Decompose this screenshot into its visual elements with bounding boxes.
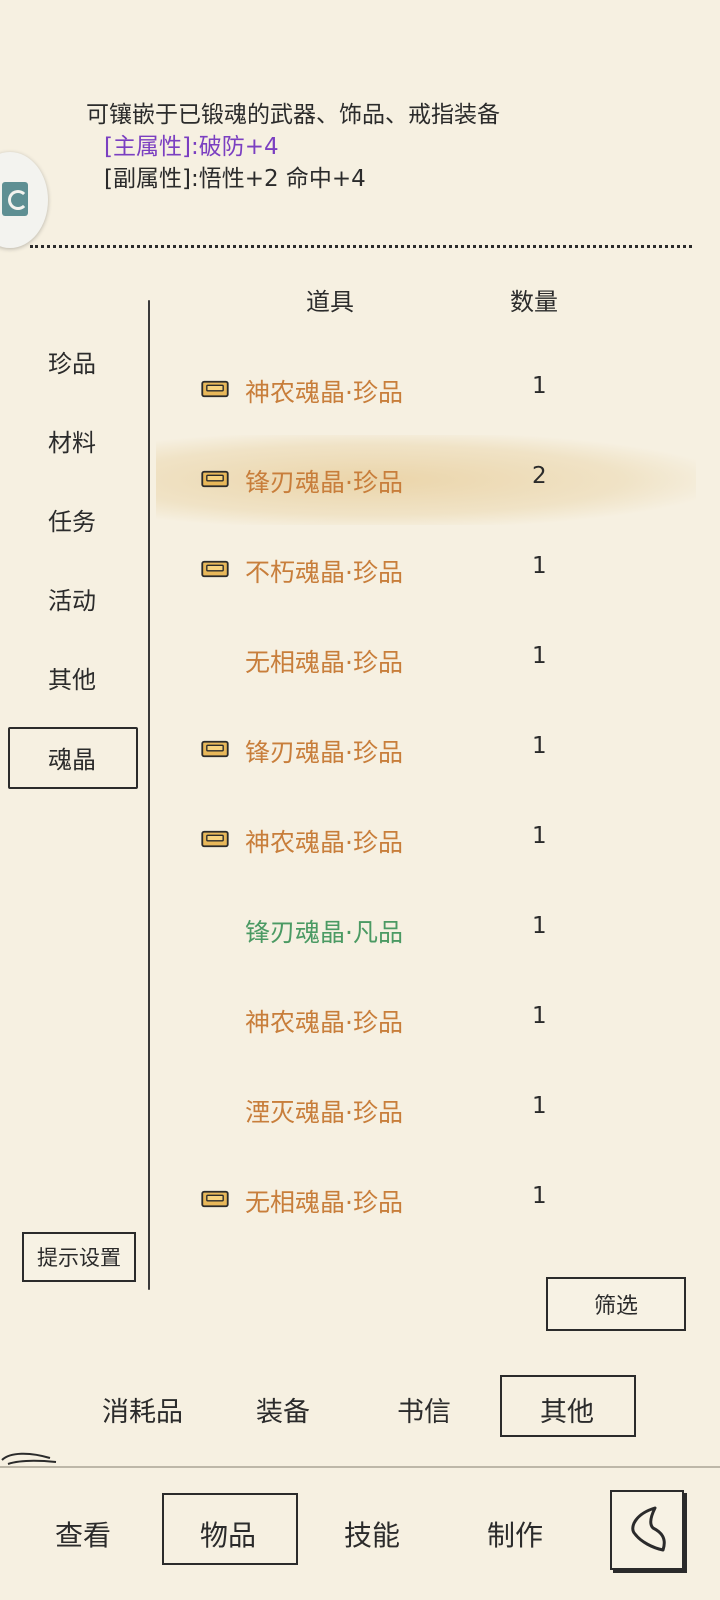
item-name: 锋刃魂晶·珍品 [245,468,403,497]
category-materials[interactable]: 材料 [48,423,96,458]
item-description: 可镶嵌于已锻魂的武器、饰品、戒指装备 [86,102,500,128]
item-quantity: 1 [532,733,547,759]
item-name: 锋刃魂晶·珍品 [245,738,403,767]
column-header-item: 道具 [306,288,354,316]
category-treasure[interactable]: 珍品 [48,344,96,379]
equipped-box-icon [201,470,229,488]
item-name: 无相魂晶·珍品 [245,1188,403,1217]
item-name: 神农魂晶·珍品 [245,1008,403,1037]
item-row[interactable]: 锋刃魂晶·珍品 1 [156,705,696,795]
equipped-box-icon [201,740,229,758]
floating-assistant-button[interactable] [0,152,48,248]
vertical-divider [148,300,150,1290]
category-soul-crystal[interactable]: 魂晶 [48,740,96,775]
nav-items[interactable]: 物品 [200,1514,256,1554]
category-event[interactable]: 活动 [48,581,96,616]
item-quantity: 1 [532,553,547,579]
sub-attribute: [副属性]:悟性+2 命中+4 [104,166,366,192]
item-row[interactable]: 无相魂晶·珍品 1 [156,1155,696,1245]
nav-crafting[interactable]: 制作 [487,1514,543,1554]
nav-view[interactable]: 查看 [55,1514,111,1554]
item-name: 神农魂晶·珍品 [245,378,403,407]
section-divider [30,245,692,248]
brush-swirl-icon [1,1452,57,1465]
item-quantity: 1 [532,823,547,849]
item-row[interactable]: 神农魂晶·珍品 1 [156,345,696,435]
equipped-box-icon [201,560,229,578]
equipped-box-icon [201,1190,229,1208]
hint-settings-button[interactable]: 提示设置 [22,1232,136,1282]
back-arrow-icon [631,1506,666,1552]
tab-letters[interactable]: 书信 [397,1390,451,1429]
main-attribute: [主属性]:破防+4 [104,134,279,160]
item-row[interactable]: 锋刃魂晶·珍品 2 [156,435,696,525]
item-row[interactable]: 锋刃魂晶·凡品 1 [156,885,696,975]
category-quest[interactable]: 任务 [48,502,96,537]
item-name: 不朽魂晶·珍品 [245,558,403,587]
tab-equipment[interactable]: 装备 [256,1390,310,1429]
item-quantity: 1 [532,913,547,939]
column-header-quantity: 数量 [510,288,558,316]
item-name: 锋刃魂晶·凡品 [245,918,403,947]
item-row[interactable]: 不朽魂晶·珍品 1 [156,525,696,615]
equipped-box-icon [201,830,229,848]
item-row[interactable]: 神农魂晶·珍品 1 [156,975,696,1065]
assistant-icon [2,182,28,216]
nav-skills[interactable]: 技能 [344,1514,400,1554]
item-row[interactable]: 神农魂晶·珍品 1 [156,795,696,885]
item-quantity: 1 [532,1003,547,1029]
nav-divider [0,1466,720,1468]
item-quantity: 1 [532,643,547,669]
filter-button[interactable]: 筛选 [546,1277,686,1331]
item-quantity: 1 [532,1183,547,1209]
item-quantity: 2 [532,463,547,489]
tab-other[interactable]: 其他 [540,1390,594,1429]
item-name: 湮灭魂晶·珍品 [245,1098,403,1127]
item-quantity: 1 [532,1093,547,1119]
item-row[interactable]: 无相魂晶·珍品 1 [156,615,696,705]
item-quantity: 1 [532,373,547,399]
tab-consumables[interactable]: 消耗品 [102,1390,183,1429]
item-row[interactable]: 湮灭魂晶·珍品 1 [156,1065,696,1155]
back-button[interactable] [610,1490,684,1570]
category-other[interactable]: 其他 [48,660,96,695]
item-name: 神农魂晶·珍品 [245,828,403,857]
item-name: 无相魂晶·珍品 [245,648,403,677]
equipped-box-icon [201,380,229,398]
